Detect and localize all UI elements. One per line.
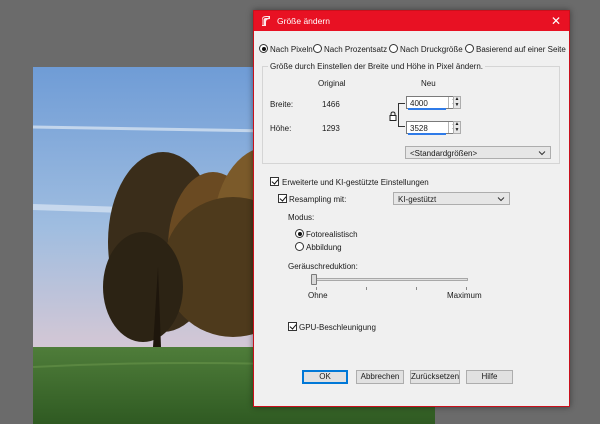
ok-button[interactable]: OK <box>302 370 348 384</box>
radio-fotorealistisch-label: Fotorealistisch <box>306 230 358 239</box>
paint-brush-icon <box>262 16 270 26</box>
size-group-label: Größe durch Einstellen der Breite und Hö… <box>268 62 486 71</box>
cancel-button[interactable]: Abbrechen <box>356 370 404 384</box>
width-original-value: 1466 <box>322 100 340 109</box>
radio-nach-druckgroesse-label: Nach Druckgröße <box>400 45 463 54</box>
slider-tick <box>366 287 367 290</box>
slider-tick <box>466 287 467 290</box>
dialog-title: Größe ändern <box>277 16 330 26</box>
height-new-input[interactable]: 3528 ▲ ▼ <box>406 121 460 135</box>
noise-min-label: Ohne <box>308 291 328 300</box>
height-new-value: 3528 <box>410 124 428 133</box>
height-original-value: 1293 <box>322 124 340 133</box>
slider-tick <box>416 287 417 290</box>
lock-icon[interactable] <box>389 111 397 121</box>
height-label: Höhe: <box>270 124 292 133</box>
noise-reduction-track[interactable] <box>314 278 468 281</box>
radio-nach-pixeln[interactable] <box>259 44 268 53</box>
resampling-value: KI-gestützt <box>398 195 437 204</box>
resampling-label: Resampling mit: <box>289 195 347 204</box>
radio-abbildung-label: Abbildung <box>306 243 342 252</box>
preset-sizes-value: <Standardgrößen> <box>410 149 478 158</box>
modus-label: Modus: <box>288 213 315 222</box>
col-new-header: Neu <box>421 79 436 88</box>
close-icon: ✕ <box>550 14 562 28</box>
col-original-header: Original <box>318 79 346 88</box>
resampling-select[interactable]: KI-gestützt <box>393 192 510 205</box>
radio-nach-prozentsatz[interactable] <box>313 44 322 53</box>
slider-tick <box>316 287 317 290</box>
close-button[interactable]: ✕ <box>545 12 567 30</box>
gpu-checkbox[interactable] <box>288 322 297 331</box>
advanced-settings-checkbox[interactable] <box>270 177 279 186</box>
help-button[interactable]: Hilfe <box>466 370 513 384</box>
radio-abbildung[interactable] <box>295 242 304 251</box>
preset-sizes-select[interactable]: <Standardgrößen> <box>405 146 551 159</box>
radio-basierend-seite[interactable] <box>465 44 474 53</box>
radio-nach-pixeln-label: Nach Pixeln <box>270 45 313 54</box>
radio-nach-prozentsatz-label: Nach Prozentsatz <box>324 45 388 54</box>
aspect-bracket <box>398 103 405 127</box>
gpu-label: GPU-Beschleunigung <box>299 323 376 332</box>
noise-max-label: Maximum <box>447 291 482 300</box>
radio-basierend-seite-label: Basierend auf einer Seite <box>476 45 566 54</box>
width-new-input[interactable]: 4000 ▲ ▼ <box>406 96 460 110</box>
reset-button[interactable]: Zurücksetzen <box>410 370 460 384</box>
noise-reduction-thumb[interactable] <box>311 274 317 285</box>
chevron-down-icon <box>538 151 546 156</box>
resampling-checkbox[interactable] <box>278 194 287 203</box>
radio-fotorealistisch[interactable] <box>295 229 304 238</box>
width-stepper[interactable]: ▲ ▼ <box>453 96 461 109</box>
width-new-value: 4000 <box>410 99 428 108</box>
height-stepper[interactable]: ▲ ▼ <box>453 121 461 134</box>
width-label: Breite: <box>270 100 294 109</box>
dialog-titlebar[interactable]: Größe ändern ✕ <box>254 11 569 31</box>
advanced-settings-label: Erweiterte und KI-gestützte Einstellunge… <box>282 178 429 187</box>
radio-nach-druckgroesse[interactable] <box>389 44 398 53</box>
noise-reduction-label: Geräuschreduktion: <box>288 262 358 271</box>
chevron-down-icon <box>497 197 505 202</box>
